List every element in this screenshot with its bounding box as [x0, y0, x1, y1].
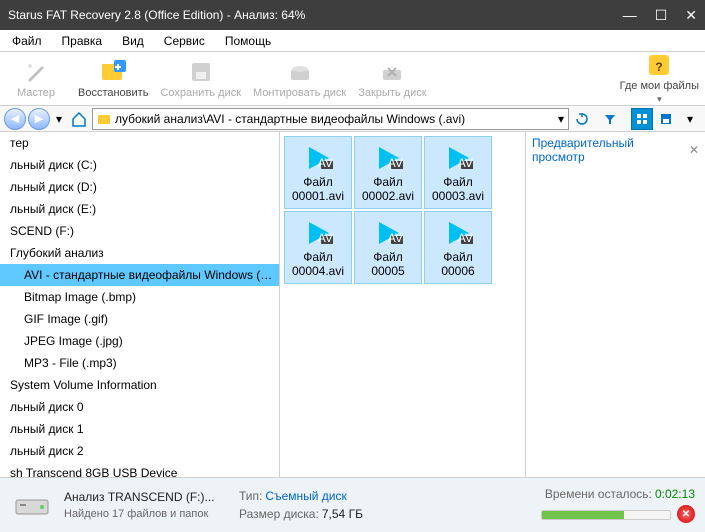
- video-icon: AVI: [371, 216, 405, 250]
- video-icon: AVI: [441, 141, 475, 175]
- main-area: тер льный диск (C:) льный диск (D:) льны…: [0, 132, 705, 478]
- menubar: Файл Правка Вид Сервис Помощь: [0, 30, 705, 52]
- file-item[interactable]: AVI Файл00002.avi: [354, 136, 422, 209]
- drive-icon: [10, 487, 54, 523]
- menu-view[interactable]: Вид: [114, 32, 152, 50]
- toolbar: Мастер Восстановить Сохранить диск Монти…: [0, 52, 705, 106]
- tree-item[interactable]: GIF Image (.gif): [0, 308, 279, 330]
- file-item[interactable]: AVI Файл00005: [354, 211, 422, 284]
- view-options-button[interactable]: ▾: [679, 108, 701, 130]
- titlebar: Starus FAT Recovery 2.8 (Office Edition)…: [0, 0, 705, 30]
- tree-item[interactable]: sh Transcend 8GB USB Device: [0, 462, 279, 477]
- tree-item[interactable]: System Volume Information: [0, 374, 279, 396]
- tree-item[interactable]: MP3 - File (.mp3): [0, 352, 279, 374]
- stop-button[interactable]: ✕: [677, 505, 695, 523]
- nav-forward-button[interactable]: ▶: [28, 108, 50, 130]
- tree-item[interactable]: льный диск 2: [0, 440, 279, 462]
- wizard-icon: [23, 59, 49, 85]
- chevron-down-icon[interactable]: ▾: [558, 112, 564, 126]
- preview-panel: Предварительный просмотр ✕: [525, 132, 705, 477]
- window-title: Starus FAT Recovery 2.8 (Office Edition)…: [8, 8, 305, 22]
- status-time-remaining: 0:02:13: [655, 487, 695, 501]
- menu-help[interactable]: Помощь: [217, 32, 279, 50]
- nav-refresh-button[interactable]: [571, 108, 593, 130]
- wizard-button[interactable]: Мастер: [6, 59, 66, 99]
- menu-service[interactable]: Сервис: [156, 32, 213, 50]
- view-save-button[interactable]: [655, 108, 677, 130]
- tree-item[interactable]: Bitmap Image (.bmp): [0, 286, 279, 308]
- window-buttons: — ☐ ✕: [623, 7, 697, 24]
- menu-file[interactable]: Файл: [4, 32, 50, 50]
- tree-item[interactable]: Глубокий анализ: [0, 242, 279, 264]
- tree-item[interactable]: льный диск 0: [0, 396, 279, 418]
- nav-back-button[interactable]: ◀: [4, 108, 26, 130]
- tree-item[interactable]: льный диск (E:): [0, 198, 279, 220]
- save-disk-icon: [188, 59, 214, 85]
- folder-icon: [97, 112, 111, 126]
- svg-text:AVI: AVI: [388, 231, 403, 245]
- preview-close-icon[interactable]: ✕: [689, 143, 699, 157]
- svg-text:AVI: AVI: [458, 231, 473, 245]
- status-found: Найдено 17 файлов и папок: [64, 508, 229, 520]
- status-size: 7,54 ГБ: [322, 507, 363, 521]
- video-icon: AVI: [371, 141, 405, 175]
- tree-item[interactable]: SCEND (F:): [0, 220, 279, 242]
- video-icon: AVI: [441, 216, 475, 250]
- preview-title: Предварительный просмотр: [532, 136, 689, 164]
- file-item[interactable]: AVI Файл00004.avi: [284, 211, 352, 284]
- recover-button[interactable]: Восстановить: [78, 59, 148, 99]
- view-large-icons-button[interactable]: [631, 108, 653, 130]
- minimize-button[interactable]: —: [623, 7, 637, 24]
- filter-button[interactable]: [599, 108, 621, 130]
- svg-text:AVI: AVI: [388, 156, 403, 170]
- tree-item[interactable]: льный диск (D:): [0, 176, 279, 198]
- file-item[interactable]: AVI Файл00003.avi: [424, 136, 492, 209]
- close-disk-button[interactable]: Закрыть диск: [358, 59, 426, 99]
- folder-tree[interactable]: тер льный диск (C:) льный диск (D:) льны…: [0, 132, 280, 477]
- mount-disk-icon: [287, 59, 313, 85]
- status-analysis-label: Анализ TRANSCEND (F:)...: [64, 490, 215, 504]
- video-icon: AVI: [301, 141, 335, 175]
- tree-item[interactable]: льный диск (C:): [0, 154, 279, 176]
- address-bar[interactable]: лубокий анализ\AVI - стандартные видеофа…: [92, 108, 569, 130]
- tree-item[interactable]: JPEG Image (.jpg): [0, 330, 279, 352]
- where-files-button[interactable]: ? Где мои файлы ▾: [620, 52, 699, 105]
- tree-item-selected[interactable]: AVI - стандартные видеофайлы Windows (.a…: [0, 264, 279, 286]
- file-item[interactable]: AVI Файл00001.avi: [284, 136, 352, 209]
- video-icon: AVI: [301, 216, 335, 250]
- save-disk-button[interactable]: Сохранить диск: [160, 59, 241, 99]
- close-disk-icon: [379, 59, 405, 85]
- navbar: ◀ ▶ ▾ лубокий анализ\AVI - стандартные в…: [0, 106, 705, 132]
- status-type: Съемный диск: [265, 489, 346, 503]
- file-list[interactable]: AVI Файл00001.avi AVI Файл00002.avi AVI …: [280, 132, 525, 477]
- mount-disk-button[interactable]: Монтировать диск: [253, 59, 346, 99]
- nav-home-button[interactable]: [68, 108, 90, 130]
- tree-item[interactable]: тер: [0, 132, 279, 154]
- question-icon: ?: [646, 52, 672, 78]
- svg-text:AVI: AVI: [318, 231, 333, 245]
- file-item[interactable]: AVI Файл00006: [424, 211, 492, 284]
- menu-edit[interactable]: Правка: [54, 32, 111, 50]
- progress-bar: [541, 510, 671, 520]
- status-bar: Анализ TRANSCEND (F:)... Найдено 17 файл…: [0, 478, 705, 532]
- svg-text:AVI: AVI: [318, 156, 333, 170]
- svg-text:AVI: AVI: [458, 156, 473, 170]
- recover-icon: [100, 59, 126, 85]
- maximize-button[interactable]: ☐: [655, 7, 668, 24]
- nav-history-dropdown[interactable]: ▾: [52, 112, 66, 126]
- close-button[interactable]: ✕: [685, 7, 697, 24]
- tree-item[interactable]: льный диск 1: [0, 418, 279, 440]
- svg-text:?: ?: [656, 60, 663, 74]
